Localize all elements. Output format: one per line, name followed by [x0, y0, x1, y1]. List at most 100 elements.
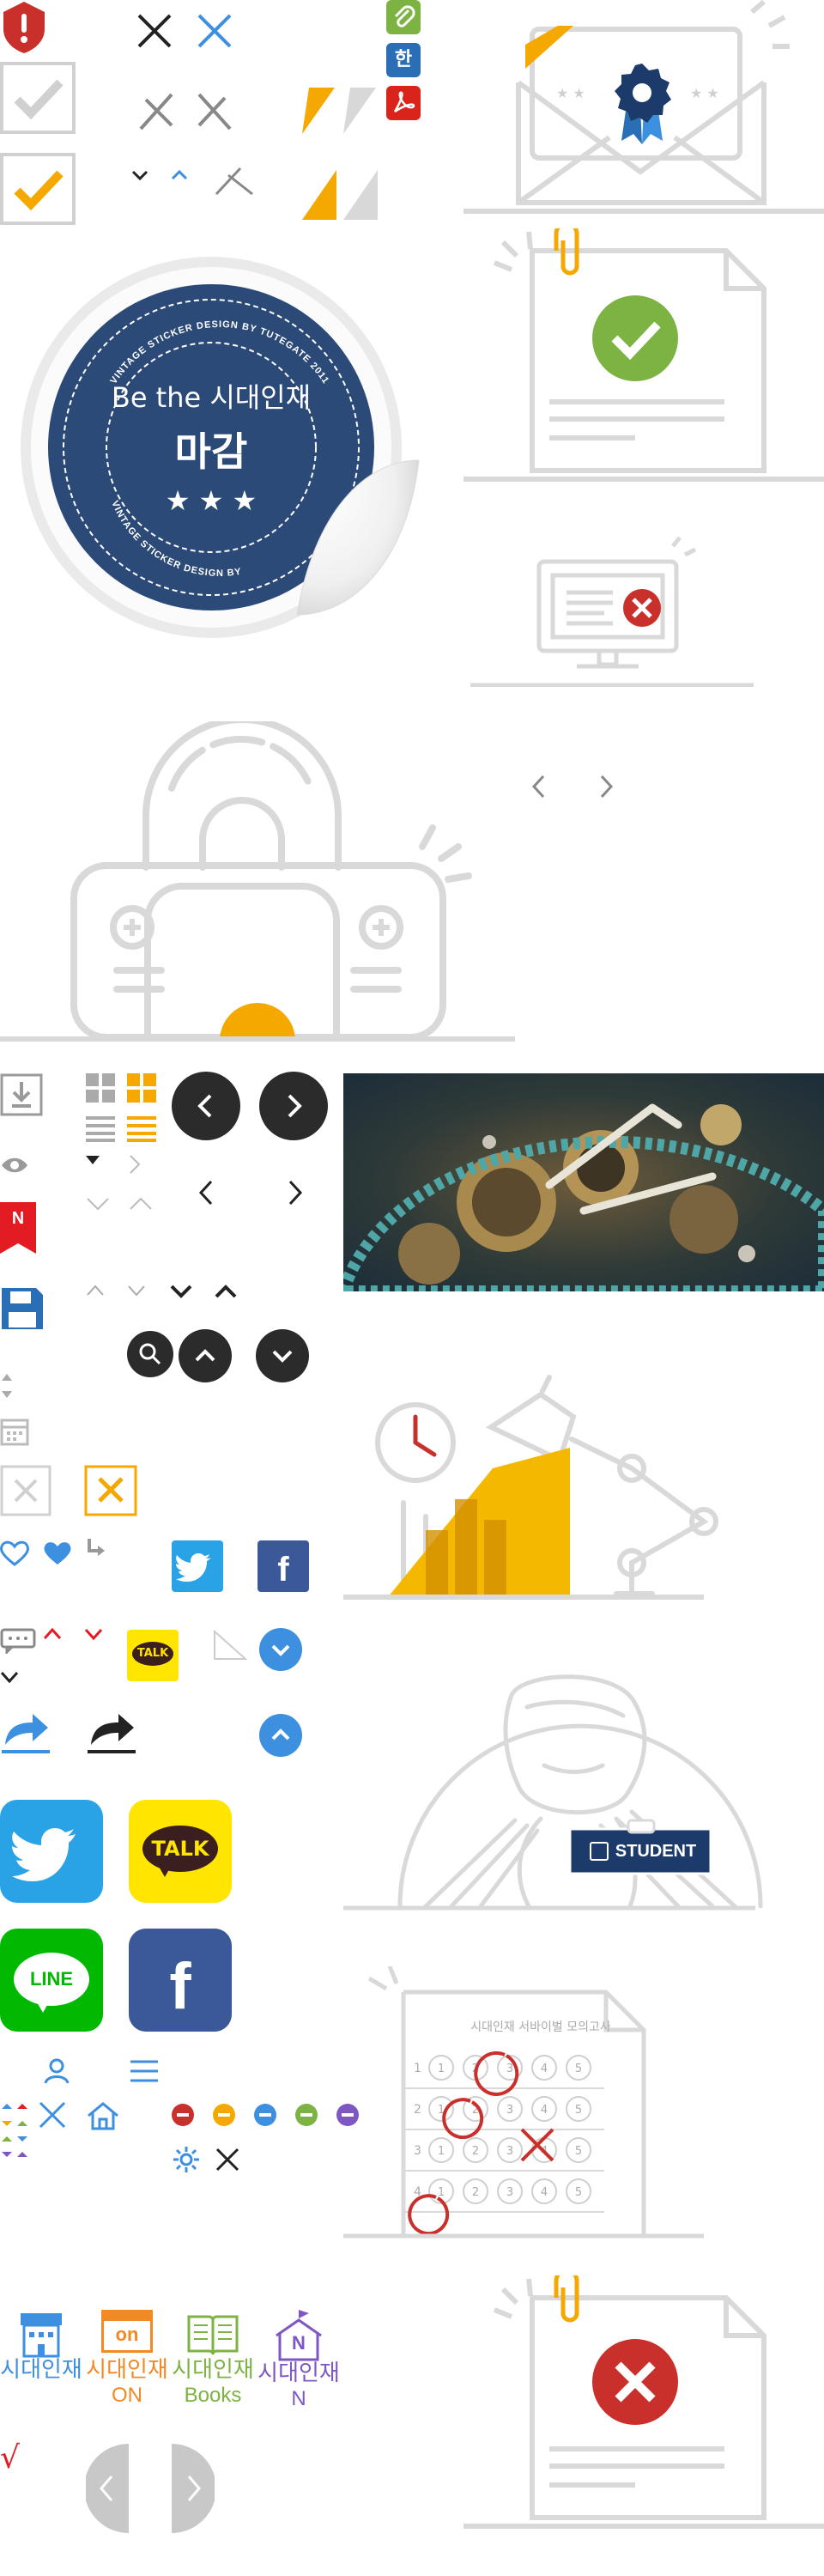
- check-mark-icon: √: [0, 2440, 20, 2476]
- sort-colors-icon[interactable]: [0, 2100, 34, 2178]
- twitter-small-button[interactable]: [172, 1540, 223, 1592]
- paperclip-badge-icon[interactable]: [386, 0, 421, 34]
- minus-green-icon[interactable]: [295, 2104, 318, 2126]
- home-icon[interactable]: [86, 2100, 120, 2131]
- scroll-down-circle-button[interactable]: [256, 1329, 309, 1382]
- dropdown-circle-blue-button[interactable]: [259, 1628, 302, 1671]
- brand-item[interactable]: N 시대인재 N: [254, 2310, 343, 2410]
- chevron-up-thin-icon[interactable]: [129, 1197, 153, 1211]
- hamburger-menu-icon[interactable]: [129, 2059, 160, 2083]
- chevron-down-red-icon[interactable]: [84, 1628, 103, 1640]
- brand-name: 시대인재: [86, 2357, 168, 2383]
- list-view-orange-icon[interactable]: [127, 1116, 156, 1142]
- chevron-up-red-icon[interactable]: [43, 1628, 62, 1640]
- arrow-left-icon[interactable]: [529, 773, 548, 800]
- chevron-down-bold-icon[interactable]: [170, 1285, 192, 1298]
- calendar-icon[interactable]: [0, 1417, 29, 1446]
- sort-icon[interactable]: [0, 1370, 14, 1401]
- facebook-app-button[interactable]: f: [129, 1929, 232, 2032]
- omr-title: 시대인재 서바이벌 모의고사: [470, 2020, 611, 2034]
- reply-arrow-icon[interactable]: [84, 1537, 108, 1561]
- search-circle-button[interactable]: [127, 1331, 173, 1377]
- list-view-gray-icon[interactable]: [86, 1116, 115, 1142]
- monitor-error-illustration: [470, 532, 754, 687]
- chevron-up-gray-icon[interactable]: [86, 1285, 105, 1297]
- chevron-up-bold-icon[interactable]: [215, 1285, 237, 1298]
- heart-outline-icon[interactable]: [0, 1540, 29, 1566]
- user-icon[interactable]: [43, 2057, 70, 2085]
- vintage-sticker: VINTAGE STICKER DESIGN BY TUTEGATE 2011 …: [14, 246, 426, 658]
- hangul-file-badge-icon[interactable]: 한: [386, 43, 421, 77]
- minus-purple-icon[interactable]: [336, 2104, 359, 2126]
- omr-bubble-label: 2: [472, 2145, 479, 2158]
- chevron-down-thin-icon[interactable]: [86, 1197, 110, 1211]
- kakaotalk-small-button[interactable]: TALK: [127, 1630, 179, 1681]
- share-dark-icon[interactable]: [86, 1709, 137, 1753]
- brand-item[interactable]: on 시대인재 ON: [86, 2310, 168, 2407]
- chevron-up-blue-icon[interactable]: [170, 168, 189, 182]
- close-box-gray-icon[interactable]: [0, 1465, 52, 1516]
- student-badge-label: STUDENT: [615, 1841, 697, 1861]
- share-blue-icon[interactable]: [0, 1709, 52, 1753]
- corner-fold-gray-icon: [340, 86, 378, 136]
- close-gray-icon-2[interactable]: [196, 91, 233, 132]
- close-dark-icon[interactable]: [136, 12, 173, 50]
- certificate-envelope-illustration: ★ ★ ★ ★: [464, 0, 824, 215]
- corner-triangle-icon: [213, 1630, 247, 1661]
- close-gray-icon[interactable]: [137, 91, 175, 132]
- kakaotalk-small-label: TALK: [132, 1642, 173, 1666]
- omr-grid: 1 1 2 3 4 52 1 2 3 4 53 1 2 3 4 54 1 2 3 4 5: [405, 2051, 604, 2236]
- checkbox-checked-icon[interactable]: [0, 153, 77, 227]
- chevron-down-icon[interactable]: [130, 168, 149, 182]
- prev-circle-button[interactable]: [172, 1072, 240, 1140]
- pdf-badge-icon[interactable]: [386, 86, 421, 120]
- checkbox-gray-icon[interactable]: [0, 62, 77, 136]
- minus-red-icon[interactable]: [172, 2104, 194, 2126]
- brand-item[interactable]: 시대인재: [0, 2310, 82, 2384]
- minus-orange-icon[interactable]: [213, 2104, 235, 2126]
- close-black-icon[interactable]: [215, 2147, 240, 2172]
- grid-view-orange-icon[interactable]: [127, 1073, 156, 1103]
- brand-name: 시대인재: [258, 2360, 340, 2386]
- grid-view-gray-icon[interactable]: [86, 1073, 115, 1103]
- comment-icon[interactable]: [0, 1628, 36, 1654]
- caret-down-icon[interactable]: [86, 1156, 100, 1166]
- eye-icon[interactable]: [0, 1156, 29, 1175]
- omr-bubble-label: 5: [575, 2145, 582, 2158]
- omr-red-mark: [408, 2194, 450, 2236]
- arrow-right-icon[interactable]: [597, 773, 616, 800]
- omr-bubble-label: 3: [506, 2145, 513, 2158]
- close-blue-icon[interactable]: [196, 12, 233, 50]
- settings-gear-icon[interactable]: [172, 2145, 201, 2174]
- n-badge-label: N: [11, 1209, 25, 1228]
- next-half-circle-button[interactable]: [172, 2444, 215, 2533]
- kakaotalk-app-button[interactable]: TALK: [129, 1800, 232, 1903]
- sticker-subtitle: 마감: [174, 428, 248, 475]
- brand-sub: ON: [112, 2383, 142, 2407]
- chevron-down-small-icon[interactable]: [0, 1671, 19, 1683]
- twitter-app-button[interactable]: [0, 1800, 103, 1903]
- heart-filled-icon[interactable]: [43, 1540, 72, 1566]
- brand-name: 시대인재: [0, 2357, 82, 2383]
- minus-blue-icon[interactable]: [254, 2104, 276, 2126]
- omr-bubble-label: 3: [506, 2063, 513, 2075]
- line-app-button[interactable]: LINE: [0, 1929, 103, 2032]
- save-floppy-icon[interactable]: [0, 1286, 45, 1331]
- chevron-right-thin-icon[interactable]: [129, 1154, 141, 1175]
- brand-item[interactable]: 시대인재 Books: [172, 2310, 254, 2407]
- facebook-small-button[interactable]: f: [258, 1540, 309, 1592]
- close-thin-icon[interactable]: [215, 167, 254, 196]
- document-rejected-illustration: [464, 2275, 824, 2533]
- alert-shield-icon: [0, 0, 48, 55]
- chevron-down-gray-icon[interactable]: [127, 1285, 146, 1297]
- scroll-top-circle-blue-button[interactable]: [259, 1714, 302, 1757]
- next-arrow-icon[interactable]: [287, 1180, 304, 1206]
- next-circle-button[interactable]: [259, 1072, 328, 1140]
- building-icon: [21, 2313, 62, 2358]
- scroll-up-circle-button[interactable]: [179, 1329, 232, 1382]
- prev-arrow-icon[interactable]: [197, 1180, 215, 1206]
- close-box-orange-icon[interactable]: [84, 1465, 137, 1516]
- download-icon[interactable]: [0, 1073, 43, 1116]
- close-blue-small-icon[interactable]: [38, 2100, 67, 2129]
- prev-half-circle-button[interactable]: [86, 2444, 129, 2533]
